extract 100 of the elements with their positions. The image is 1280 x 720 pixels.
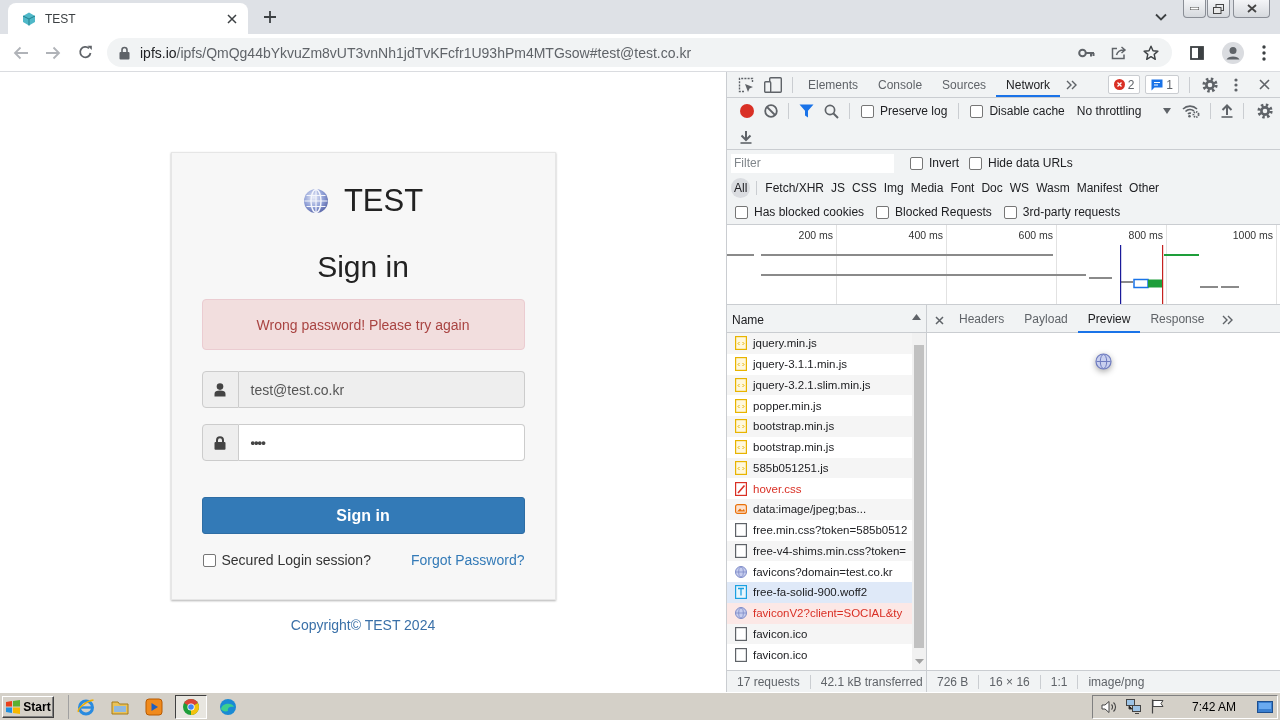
error-count-badge[interactable]: 2	[1107, 75, 1141, 94]
menu-icon[interactable]	[1234, 77, 1238, 92]
request-row[interactable]: faviconV2?client=SOCIAL&ty	[727, 602, 912, 624]
error-alert: Wrong password! Please try again	[201, 299, 525, 350]
password-field[interactable]: ••••	[238, 424, 525, 461]
time-tick-label: 1000 ms	[1232, 229, 1273, 241]
clear-icon[interactable]	[764, 104, 778, 118]
checkbox[interactable]	[1003, 205, 1017, 219]
download-icon[interactable]	[740, 129, 752, 144]
checkbox[interactable]	[969, 156, 982, 170]
forgot-password-link[interactable]: Forgot Password?	[410, 552, 525, 568]
star-icon[interactable]	[1143, 44, 1159, 61]
type-filter-button[interactable]: CSS	[849, 178, 880, 198]
email-field[interactable]: test@test.co.kr	[238, 371, 525, 408]
wifi-gear-icon[interactable]	[1182, 104, 1201, 118]
close-icon[interactable]	[227, 13, 237, 24]
address-bar[interactable]: ipfs.io/ipfs/QmQg44bYkvuZm8vUT3vnNh1jdTvKFcfr1U93hPm4MTGsow#test@test.co.kr	[107, 38, 1172, 67]
close-icon[interactable]	[935, 315, 944, 325]
message-count-badge[interactable]: 1	[1145, 75, 1179, 94]
type-filter-button[interactable]: Font	[947, 178, 978, 198]
sign-in-button[interactable]: Sign in	[201, 497, 525, 534]
type-filter-button[interactable]: JS	[828, 178, 849, 198]
scrollbar-track[interactable]	[912, 333, 926, 670]
checkbox[interactable]	[910, 156, 923, 170]
close-icon[interactable]	[1259, 79, 1270, 90]
script-file-icon	[735, 357, 747, 372]
panel-tab[interactable]: Network	[996, 72, 1061, 97]
time-tick-label: 200 ms	[798, 229, 833, 241]
avatar-icon[interactable]	[1222, 41, 1244, 64]
request-row[interactable]: bootstrap.min.js	[727, 416, 912, 437]
type-filter-button[interactable]: Wasm	[1033, 178, 1073, 198]
request-row[interactable]: jquery.min.js	[727, 333, 912, 354]
checkbox[interactable]	[876, 205, 890, 219]
request-row[interactable]: data:image/jpeg;bas...	[727, 499, 912, 520]
image-file-icon	[735, 503, 747, 516]
checkbox[interactable]	[202, 553, 216, 567]
chevron-down-icon[interactable]	[1155, 13, 1167, 21]
filter-field[interactable]: Filter	[731, 153, 894, 173]
status-text: 42.1 kB transferred	[820, 674, 923, 689]
sidebar-icon[interactable]	[1190, 45, 1204, 60]
settings-icon[interactable]	[1202, 76, 1218, 93]
type-filter-button[interactable]: Fetch/XHR	[762, 178, 828, 198]
reload-icon	[77, 45, 93, 60]
show-desktop-icon[interactable]	[1257, 700, 1273, 713]
globe-image-preview	[1095, 353, 1112, 370]
panel-tab[interactable]: Elements	[798, 72, 869, 97]
record-icon[interactable]	[740, 104, 754, 118]
request-name: bootstrap.min.js	[753, 420, 835, 433]
request-name: popper.min.js	[753, 399, 822, 412]
request-row[interactable]: favicon.ico	[727, 623, 912, 645]
panel-tab[interactable]: Console	[868, 72, 933, 97]
user-icon	[214, 382, 226, 397]
share-icon[interactable]	[1111, 45, 1127, 60]
taskbar-app-button[interactable]	[175, 694, 207, 719]
type-filter-button[interactable]: Other	[1126, 178, 1163, 198]
speaker-icon[interactable]	[1100, 699, 1117, 714]
checkbox[interactable]	[970, 104, 984, 118]
type-filter-button[interactable]: All	[731, 178, 751, 198]
type-filter-button[interactable]: Doc	[978, 178, 1006, 198]
request-row[interactable]: free-fa-solid-900.woff2	[727, 582, 912, 603]
settings-icon[interactable]	[1257, 103, 1273, 119]
four-pane-flag-icon	[5, 699, 22, 714]
more-tabs-icon[interactable]	[1222, 315, 1234, 325]
type-filter-button[interactable]: WS	[1006, 178, 1033, 198]
request-name: 585b051251.js	[753, 461, 829, 474]
inspect-icon[interactable]	[738, 76, 754, 93]
close-button[interactable]	[1233, 0, 1270, 18]
column-header[interactable]: Name	[732, 313, 764, 327]
key-icon[interactable]	[1078, 47, 1095, 58]
type-filter-button[interactable]: Media	[907, 178, 947, 198]
detail-tab[interactable]: Payload	[1014, 307, 1078, 333]
checkbox-label: Secured Login session?	[221, 552, 371, 568]
menu-icon[interactable]	[1262, 44, 1266, 61]
request-name: bootstrap.min.js	[753, 441, 835, 454]
search-icon[interactable]	[824, 103, 839, 119]
panel-tab[interactable]: Sources	[932, 72, 997, 97]
request-row[interactable]: free-v4-shims.min.css?token=	[727, 540, 912, 562]
file-icon	[735, 647, 747, 662]
restore-button[interactable]	[1207, 0, 1230, 18]
time-tick-label: 400 ms	[908, 229, 943, 241]
browser-tab[interactable]: TEST	[8, 3, 248, 34]
upload-icon[interactable]	[1221, 104, 1234, 118]
filter-icon[interactable]	[799, 104, 814, 118]
throttling-select[interactable]: No throttling	[1076, 104, 1172, 118]
network-icon[interactable]	[1125, 699, 1142, 714]
detail-tab[interactable]: Headers	[949, 307, 1015, 333]
type-filter-button[interactable]: Manifest	[1073, 178, 1126, 198]
detail-tab[interactable]: Response	[1140, 307, 1215, 333]
request-row[interactable]: 585b051251.js	[727, 457, 912, 479]
checkbox[interactable]	[861, 104, 874, 118]
minimize-icon	[1190, 7, 1199, 10]
device-icon[interactable]	[764, 76, 782, 93]
scrollbar-thumb[interactable]	[914, 345, 924, 648]
plus-icon[interactable]	[263, 10, 277, 24]
start-button[interactable]: Start	[2, 695, 54, 718]
request-row[interactable]: jquery-3.2.1.slim.min.js	[727, 374, 912, 396]
more-tabs-icon[interactable]	[1066, 79, 1078, 90]
flag-icon[interactable]	[1150, 699, 1165, 714]
type-filter-button[interactable]: Img	[880, 178, 907, 198]
checkbox[interactable]	[735, 205, 748, 219]
